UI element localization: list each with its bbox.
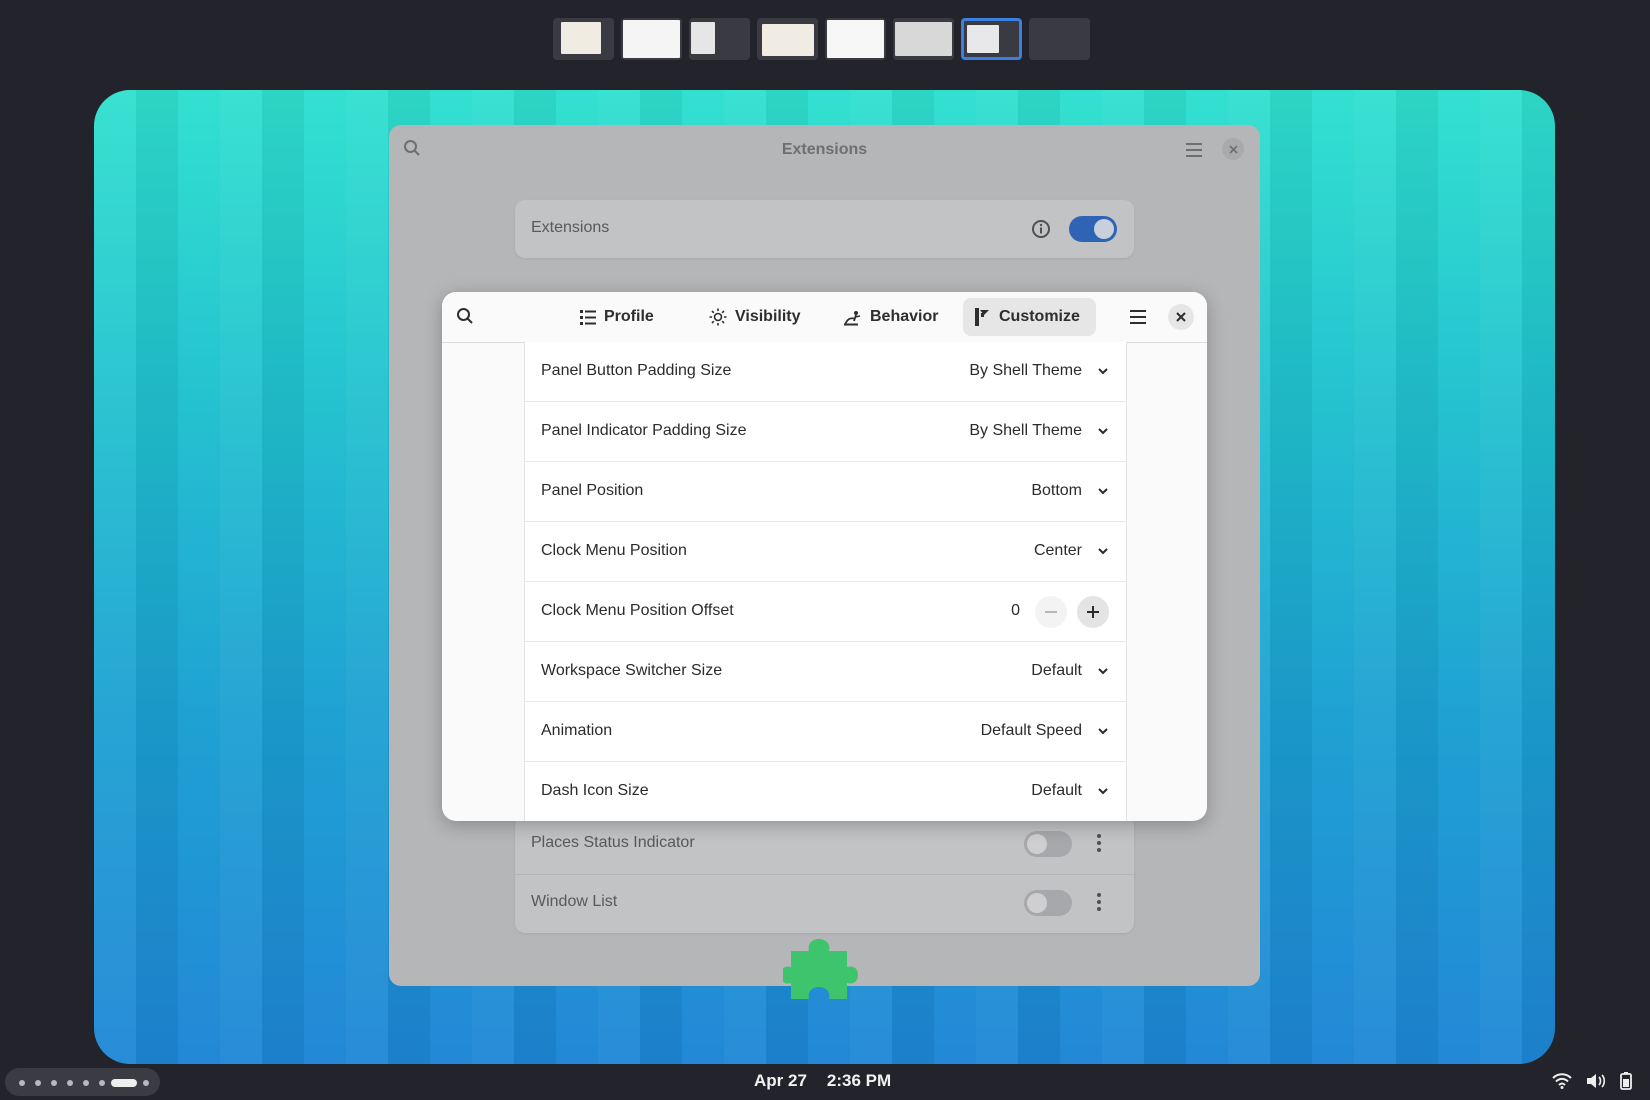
row-dash-icon-size[interactable]: Dash Icon Size Default — [525, 762, 1126, 821]
row-workspace-switcher-size[interactable]: Workspace Switcher Size Default — [525, 642, 1126, 702]
row-label: Clock Menu Position Offset — [541, 602, 734, 619]
chevron-down-icon[interactable] — [1097, 365, 1109, 377]
row-label: Panel Button Padding Size — [541, 362, 732, 379]
system-tray[interactable] — [1552, 1072, 1632, 1090]
workspace-thumbnail-3[interactable] — [689, 18, 750, 60]
extensions-toggle-card: Extensions — [515, 200, 1134, 258]
close-icon — [1176, 312, 1186, 322]
workspace-thumbnail-8[interactable] — [1029, 18, 1090, 60]
more-options-icon[interactable] — [1097, 834, 1101, 855]
extension-label: Window List — [531, 893, 618, 910]
row-panel-position[interactable]: Panel Position Bottom — [525, 462, 1126, 522]
tab-label: Customize — [999, 308, 1080, 325]
plus-icon — [1087, 606, 1099, 618]
row-panel-indicator-padding-size[interactable]: Panel Indicator Padding Size By Shell Th… — [525, 402, 1126, 462]
workspace-dot[interactable] — [83, 1080, 89, 1086]
extension-label: Places Status Indicator — [531, 834, 695, 851]
workspace-thumbnail-6[interactable] — [893, 18, 954, 60]
active-workspace-pill[interactable] — [111, 1079, 137, 1087]
time-label: 2:36 PM — [826, 1071, 892, 1090]
dropdown-value[interactable]: Default Speed — [981, 722, 1082, 740]
tab-label: Visibility — [735, 308, 801, 325]
tab-profile[interactable]: Profile — [568, 298, 666, 336]
puzzle-piece-icon — [783, 939, 858, 999]
clock-button[interactable]: Apr 27 2:36 PM — [754, 1071, 891, 1091]
tab-behavior[interactable]: Behavior — [832, 298, 950, 336]
workspace-thumbnail-4[interactable] — [757, 18, 818, 60]
behavior-icon — [844, 308, 862, 326]
row-animation[interactable]: Animation Default Speed — [525, 702, 1126, 762]
chevron-down-icon[interactable] — [1097, 485, 1109, 497]
decrement-button[interactable] — [1035, 596, 1067, 628]
workspace-thumbnail-7[interactable] — [961, 18, 1022, 60]
workspace-thumbnail-5[interactable] — [825, 18, 886, 60]
workspace-thumbnail-2[interactable] — [621, 18, 682, 60]
extension-row-places-status-indicator: Places Status Indicator — [515, 815, 1134, 875]
bottom-panel: Apr 27 2:36 PM — [0, 1064, 1650, 1100]
row-label: Animation — [541, 722, 613, 739]
preferences-dialog: Profile Visibility Behavior Customize Pa… — [442, 292, 1207, 821]
dialog-header: Profile Visibility Behavior Customize — [442, 292, 1207, 343]
row-label: Panel Position — [541, 482, 644, 499]
workspace-dot[interactable] — [67, 1080, 73, 1086]
chevron-down-icon[interactable] — [1097, 725, 1109, 737]
tab-visibility[interactable]: Visibility — [697, 298, 813, 336]
dropdown-value[interactable]: By Shell Theme — [969, 422, 1082, 440]
wifi-icon — [1552, 1073, 1572, 1089]
workspace-dot[interactable] — [35, 1080, 41, 1086]
hamburger-menu-icon[interactable] — [1130, 310, 1146, 324]
dropdown-value[interactable]: Default — [1031, 662, 1082, 680]
workspace-dot[interactable] — [19, 1080, 25, 1086]
extensions-label: Extensions — [531, 219, 610, 236]
chevron-down-icon[interactable] — [1097, 545, 1109, 557]
close-icon[interactable] — [1222, 138, 1244, 160]
close-button[interactable] — [1168, 304, 1194, 330]
row-clock-menu-position-offset: Clock Menu Position Offset 0 — [525, 582, 1126, 642]
row-label: Workspace Switcher Size — [541, 662, 723, 679]
extension-row-window-list: Window List — [515, 874, 1134, 933]
window-list-toggle[interactable] — [1024, 890, 1072, 916]
chevron-down-icon[interactable] — [1097, 425, 1109, 437]
minus-icon — [1045, 611, 1057, 613]
workspace-dot[interactable] — [51, 1080, 57, 1086]
tab-label: Behavior — [870, 308, 939, 325]
customize-icon — [975, 308, 991, 326]
extensions-master-toggle[interactable] — [1069, 216, 1117, 242]
workspace-indicator[interactable] — [5, 1068, 160, 1096]
hamburger-menu-icon[interactable] — [1186, 141, 1202, 162]
info-icon[interactable] — [1031, 219, 1051, 244]
dropdown-value[interactable]: Default — [1031, 782, 1082, 800]
sun-icon — [709, 308, 727, 326]
extensions-list-card: Places Status Indicator Window List — [515, 815, 1134, 933]
row-clock-menu-position[interactable]: Clock Menu Position Center — [525, 522, 1126, 582]
window-title: Extensions — [781, 141, 868, 158]
row-label: Panel Indicator Padding Size — [541, 422, 747, 439]
dropdown-value[interactable]: By Shell Theme — [969, 362, 1082, 380]
dropdown-value[interactable]: Center — [1034, 542, 1082, 560]
workspace-thumbnail-1[interactable] — [553, 18, 614, 60]
workspace-dot[interactable] — [143, 1080, 149, 1086]
tab-label: Profile — [604, 308, 654, 325]
search-icon[interactable] — [456, 307, 474, 325]
more-options-icon[interactable] — [1097, 893, 1101, 914]
battery-icon — [1620, 1072, 1632, 1090]
increment-button[interactable] — [1077, 596, 1109, 628]
chevron-down-icon[interactable] — [1097, 665, 1109, 677]
volume-icon — [1587, 1074, 1606, 1088]
offset-value[interactable]: 0 — [1011, 602, 1020, 620]
row-label: Clock Menu Position — [541, 542, 687, 559]
chevron-down-icon[interactable] — [1097, 785, 1109, 797]
row-label: Dash Icon Size — [541, 782, 649, 799]
list-icon — [580, 309, 596, 325]
places-status-indicator-toggle[interactable] — [1024, 831, 1072, 857]
settings-list: Panel Button Padding Size By Shell Theme… — [524, 342, 1127, 821]
tab-customize[interactable]: Customize — [963, 298, 1096, 336]
row-panel-button-padding-size[interactable]: Panel Button Padding Size By Shell Theme — [525, 342, 1126, 402]
workspace-dot[interactable] — [99, 1080, 105, 1086]
workspace-thumbnails — [553, 18, 1090, 62]
date-label: Apr 27 — [754, 1071, 807, 1090]
dropdown-value[interactable]: Bottom — [1031, 482, 1082, 500]
